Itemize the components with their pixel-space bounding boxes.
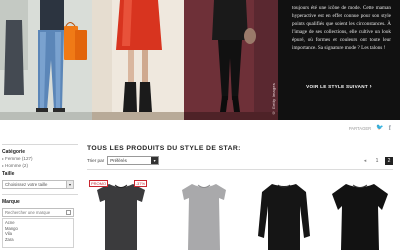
product-card[interactable]	[170, 176, 238, 250]
product-image-dark-tee	[97, 184, 145, 250]
hero-photo-black-outfit: © Getty Images	[184, 0, 278, 120]
category-list: ▸Femme (127) ▸Homme (2)	[2, 156, 78, 169]
twitter-icon[interactable]: 🐦	[376, 125, 383, 132]
category-item-homme[interactable]: ▸Homme (2)	[2, 163, 78, 170]
pagination: ◂ 1 2	[361, 157, 393, 165]
next-style-label: VOIR LE STYLE SUIVANT	[306, 84, 368, 89]
hero-photo-red-dress	[92, 0, 184, 120]
product-card[interactable]	[326, 176, 394, 250]
product-image-black-top	[332, 184, 388, 250]
section-title: TOUS LES PRODUITS DU STYLE DE STAR:	[87, 145, 241, 152]
category-label: Homme (2)	[5, 162, 28, 168]
sort-label: Trier par	[87, 158, 105, 163]
hero-text-panel: toujours été une icône de mode. Cette ma…	[278, 0, 400, 120]
chevron-down-icon: ▾	[151, 157, 159, 164]
prev-page-icon[interactable]: ◂	[361, 157, 369, 165]
filter-sidebar: Catégorie ▸Femme (127) ▸Homme (2) Taille…	[2, 144, 78, 250]
divider	[2, 194, 78, 195]
chevron-right-icon: ›	[369, 84, 372, 90]
sort-select-value: Préférés	[110, 158, 127, 163]
product-card[interactable]: PROMO -37%	[87, 176, 155, 250]
hero-description: toujours été une icône de mode. Cette ma…	[292, 5, 391, 52]
brand-search-input[interactable]: Rechercher une marque	[2, 208, 74, 217]
checkbox-icon	[66, 210, 71, 215]
photo-credit: © Getty Images	[271, 83, 276, 116]
discount-badge: -37%	[133, 180, 147, 187]
product-image-grey-tee	[182, 184, 226, 250]
hero-banner: © Getty Images toujours été une icône de…	[0, 0, 400, 120]
sort-controls: Trier par Préférés ▾	[87, 156, 160, 165]
promo-badge: PROMO	[89, 180, 109, 187]
divider	[2, 144, 78, 145]
size-heading: Taille	[2, 171, 15, 177]
next-style-link[interactable]: VOIR LE STYLE SUIVANT ›	[278, 84, 400, 90]
size-select-value: Choisissez votre taille	[5, 182, 48, 187]
category-heading: Catégorie	[2, 149, 26, 155]
product-image-black-blouse	[258, 184, 310, 250]
brand-search-placeholder: Rechercher une marque	[5, 210, 51, 215]
category-label: Femme (127)	[5, 156, 33, 161]
size-select[interactable]: Choisissez votre taille ▾	[2, 180, 74, 189]
share-label: PARTAGER	[348, 125, 372, 131]
divider	[87, 169, 393, 170]
brand-heading: Marque	[2, 199, 20, 205]
page-1-link[interactable]: 1	[373, 157, 381, 165]
product-card[interactable]	[250, 176, 318, 250]
brand-list[interactable]: Acne Mango Vila Zara	[2, 218, 74, 248]
triangle-right-icon: ▸	[2, 162, 5, 168]
page-2-link[interactable]: 2	[385, 157, 393, 165]
chevron-down-icon: ▾	[66, 181, 73, 188]
facebook-icon[interactable]: f	[389, 124, 391, 132]
share-bar: PARTAGER 🐦 f	[349, 123, 391, 133]
brand-item[interactable]: Zara	[5, 237, 71, 243]
sort-select[interactable]: Préférés ▾	[107, 156, 160, 165]
hero-photo-jeans	[0, 0, 92, 120]
triangle-right-icon: ▸	[2, 156, 5, 161]
